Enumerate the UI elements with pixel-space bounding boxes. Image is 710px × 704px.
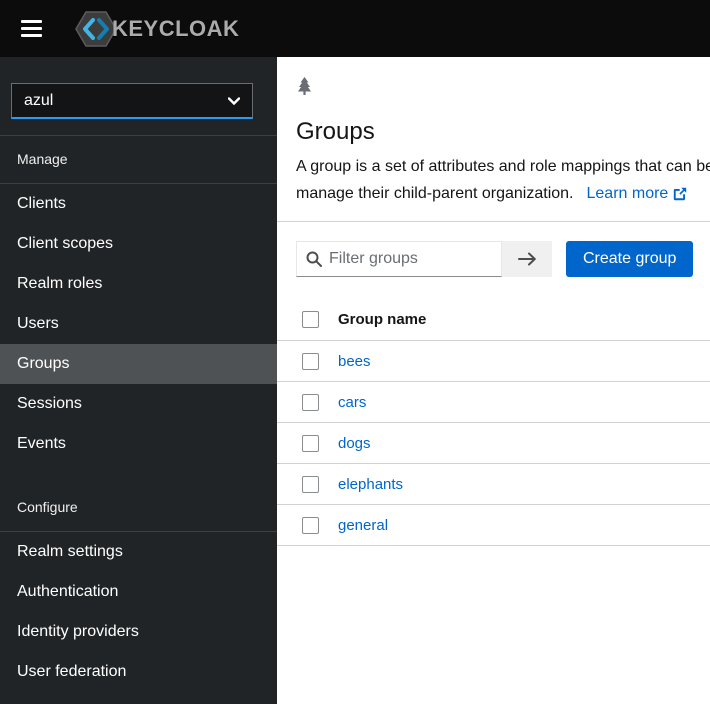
group-name-header: Group name [338, 311, 427, 328]
groups-toolbar: Create group [277, 222, 710, 277]
groups-breadcrumb[interactable] [296, 77, 710, 97]
masthead: KEYCLOAK [0, 0, 710, 57]
group-link-bees[interactable]: bees [338, 353, 371, 370]
realm-selector-dropdown[interactable]: azul [11, 83, 253, 119]
group-link-general[interactable]: general [338, 517, 388, 534]
filter-groups-input[interactable] [329, 250, 501, 268]
section-label-manage: Manage [0, 136, 277, 184]
table-row: elephants [277, 464, 710, 505]
table-header-row: Group name [277, 299, 710, 341]
table-row: cars [277, 382, 710, 423]
product-name: KEYCLOAK [112, 15, 240, 41]
page-description-line2: manage their child-parent organization. L… [296, 180, 710, 207]
row-checkbox[interactable] [302, 475, 319, 493]
select-all-checkbox[interactable] [302, 311, 319, 328]
chevron-down-icon [228, 96, 240, 105]
tree-icon [298, 77, 311, 95]
sidebar-item-user-federation[interactable]: User federation [0, 652, 277, 692]
realm-selector-area: azul [0, 57, 277, 136]
groups-table: Group name bees cars dogs elephants gene… [277, 299, 710, 546]
sidebar-item-authentication[interactable]: Authentication [0, 572, 277, 612]
learn-more-link[interactable]: Learn more [587, 180, 688, 207]
group-link-elephants[interactable]: elephants [338, 476, 403, 493]
sidebar-item-realm-settings[interactable]: Realm settings [0, 532, 277, 572]
nav-section-configure: Configure Realm settings Authentication … [0, 484, 277, 692]
sidebar-item-clients[interactable]: Clients [0, 184, 277, 224]
row-checkbox[interactable] [302, 393, 319, 411]
row-checkbox[interactable] [302, 434, 319, 452]
sidebar-item-groups[interactable]: Groups [0, 344, 277, 384]
sidebar-item-identity-providers[interactable]: Identity providers [0, 612, 277, 652]
table-row: dogs [277, 423, 710, 464]
sidebar-item-events[interactable]: Events [0, 424, 277, 464]
sidebar: azul Manage Clients Client scopes Realm … [0, 57, 277, 704]
create-group-button[interactable]: Create group [566, 241, 694, 277]
group-link-cars[interactable]: cars [338, 394, 366, 411]
current-realm-name: azul [24, 91, 54, 109]
page-description-line1: A group is a set of attributes and role … [296, 158, 710, 175]
search-icon [306, 251, 322, 267]
hamburger-icon [21, 20, 42, 23]
group-link-dogs[interactable]: dogs [338, 435, 371, 452]
main-content: Groups A group is a set of attributes an… [277, 57, 710, 704]
external-link-icon [674, 187, 687, 200]
row-checkbox[interactable] [302, 352, 319, 370]
page-title: Groups [296, 118, 375, 145]
table-row: bees [277, 341, 710, 382]
row-checkbox[interactable] [302, 516, 319, 534]
nav-section-manage: Manage Clients Client scopes Realm roles… [0, 136, 277, 464]
section-label-configure: Configure [0, 484, 277, 532]
table-row: general [277, 505, 710, 546]
hamburger-menu-button[interactable] [15, 14, 48, 43]
sidebar-item-users[interactable]: Users [0, 304, 277, 344]
filter-submit-button[interactable] [502, 241, 552, 277]
sidebar-item-realm-roles[interactable]: Realm roles [0, 264, 277, 304]
arrow-right-icon [517, 252, 536, 266]
sidebar-item-sessions[interactable]: Sessions [0, 384, 277, 424]
keycloak-logo[interactable]: KEYCLOAK [74, 9, 239, 49]
filter-groups-box [296, 241, 502, 277]
sidebar-item-client-scopes[interactable]: Client scopes [0, 224, 277, 264]
